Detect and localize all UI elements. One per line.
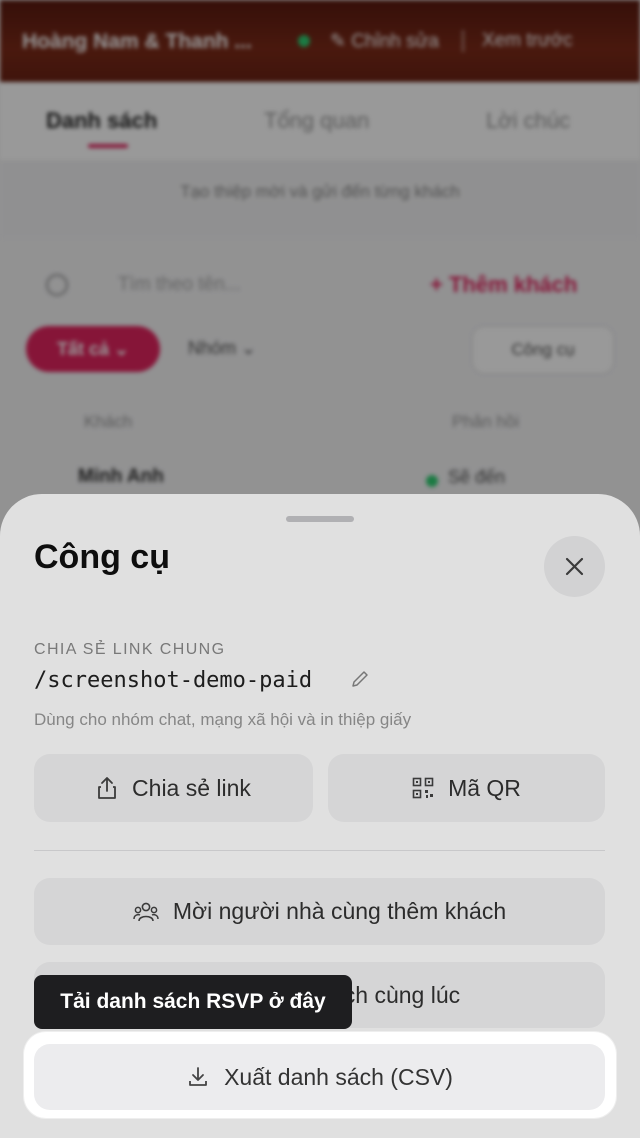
export-csv-button[interactable]: Xuất danh sách (CSV) — [34, 1044, 605, 1110]
section-divider — [34, 850, 605, 851]
edit-link-pencil-icon[interactable] — [350, 669, 370, 689]
sheet-title: Công cụ — [34, 538, 170, 576]
export-tooltip: Tải danh sách RSVP ở đây — [34, 975, 352, 1029]
share-link-heading: CHIA SẺ LINK CHUNG — [34, 641, 226, 658]
share-link-path[interactable]: /screenshot-demo-paid — [34, 668, 312, 693]
share-icon — [98, 777, 116, 799]
qr-code-icon — [412, 777, 434, 799]
sheet-drag-handle[interactable] — [286, 516, 354, 522]
close-button[interactable] — [544, 536, 605, 597]
share-link-label: Chia sẻ link — [132, 774, 251, 801]
share-link-button[interactable]: Chia sẻ link — [34, 754, 313, 822]
tools-bottom-sheet: Công cụ CHIA SẺ LINK CHUNG /screenshot-d… — [0, 494, 640, 1138]
qr-code-label: Mã QR — [448, 774, 521, 801]
qr-code-button[interactable]: Mã QR — [328, 754, 605, 822]
download-icon — [189, 1067, 207, 1086]
invite-family-label: Mời người nhà cùng thêm khách — [172, 898, 507, 924]
share-link-description: Dùng cho nhóm chat, mạng xã hội và in th… — [34, 710, 412, 729]
invite-family-button[interactable]: Mời người nhà cùng thêm khách — [34, 878, 605, 945]
export-csv-label: Xuất danh sách (CSV) — [224, 1063, 453, 1090]
people-icon — [133, 902, 159, 921]
close-icon — [565, 557, 584, 576]
